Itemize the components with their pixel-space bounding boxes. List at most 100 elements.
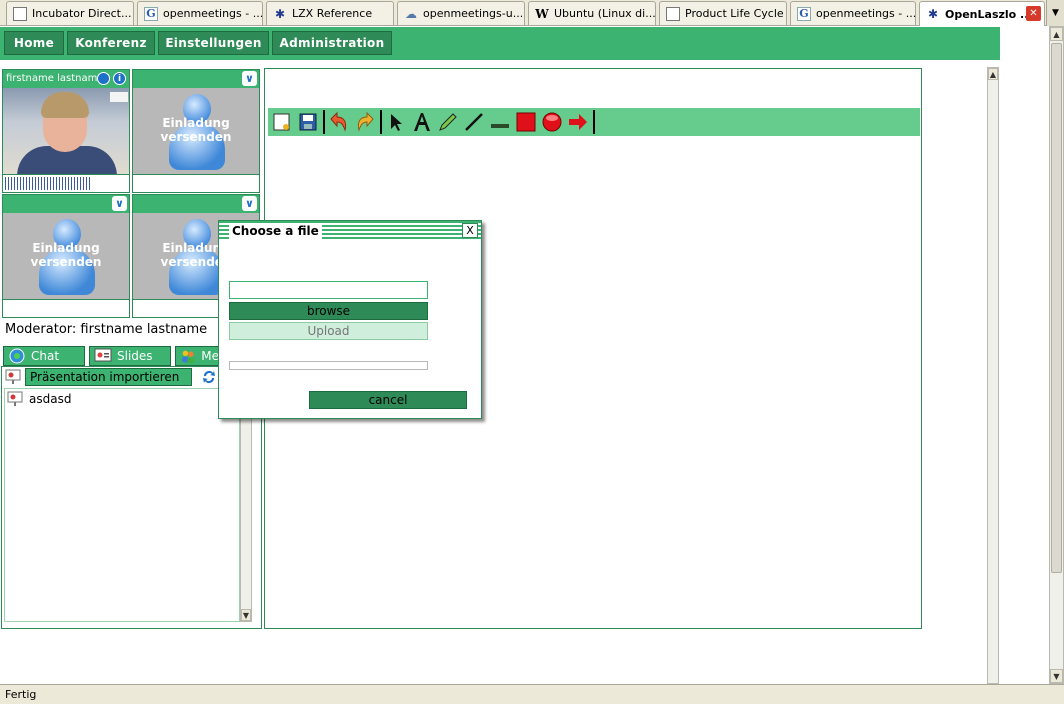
list-item[interactable]: asdasd — [7, 391, 71, 407]
laszlo-icon: ✱ — [927, 7, 939, 21]
invite-label: Einladung versenden — [133, 116, 259, 144]
browse-button[interactable]: browse — [229, 302, 428, 320]
info-icon[interactable]: i — [113, 72, 126, 85]
pencil-icon[interactable] — [436, 110, 460, 134]
underline-icon[interactable] — [488, 110, 512, 134]
app-window: Incubator Direct... G openmeetings - ...… — [0, 0, 1064, 704]
whiteboard-toolbar — [268, 108, 920, 136]
invite-slot[interactable]: Einladung versenden — [133, 88, 259, 174]
google-icon: G — [797, 6, 811, 21]
wikipedia-icon: W — [535, 6, 549, 21]
browser-tab-7[interactable]: G openmeetings - ... — [790, 1, 916, 25]
page-scrollbar[interactable]: ▲ — [987, 67, 999, 684]
scroll-thumb[interactable] — [1051, 43, 1062, 573]
browser-tab-1[interactable]: Incubator Direct... — [6, 1, 134, 25]
text-icon[interactable] — [410, 110, 434, 134]
nav-einstellungen[interactable]: Einstellungen — [158, 31, 269, 55]
browser-status-bar: Fertig — [0, 684, 1064, 704]
invite-text-line2: versenden — [30, 255, 102, 269]
laszlo-icon: ✱ — [274, 6, 286, 21]
redo-icon[interactable] — [353, 110, 377, 134]
dialog-title: Choose a file — [229, 223, 322, 239]
tab-label: openmeetings - ... — [816, 7, 916, 20]
file-list: asdasd — [4, 388, 240, 622]
file-path-field[interactable] — [229, 281, 428, 299]
scroll-up-arrow[interactable]: ▲ — [988, 68, 998, 80]
arrow-icon[interactable] — [566, 110, 590, 134]
file-list-scrollbar[interactable]: ▼ — [240, 388, 252, 622]
presentation-icon — [5, 369, 21, 384]
status-icon[interactable] — [97, 72, 110, 85]
document-icon — [13, 6, 27, 21]
video-pod-footer — [133, 174, 259, 192]
discussion-icon: ☁ — [405, 6, 417, 21]
browser-tab-active[interactable]: ✱ OpenLaszlo ... ✕ — [919, 1, 1045, 26]
import-presentation-button[interactable]: Präsentation importieren — [25, 368, 192, 386]
scroll-up-arrow[interactable]: ▲ — [1050, 27, 1063, 41]
moderator-label: Moderator: firstname lastname — [5, 322, 208, 337]
tab-members-label: Me — [201, 349, 219, 363]
browser-tab-2[interactable]: G openmeetings - ... — [137, 1, 263, 25]
nav-administration[interactable]: Administration — [272, 31, 392, 55]
tab-label: openmeetings - ... — [163, 7, 263, 20]
chevron-down-icon[interactable]: ∨ — [242, 71, 257, 86]
participant-name: firstname lastname — [6, 73, 104, 84]
webcam-image — [3, 88, 129, 174]
chevron-down-icon[interactable]: ∨ — [242, 196, 257, 211]
ellipse-icon[interactable] — [540, 110, 564, 134]
line-icon[interactable] — [462, 110, 486, 134]
invite-text-line1: Einladung — [32, 241, 100, 255]
close-icon[interactable]: X — [462, 223, 478, 238]
nav-home[interactable]: Home — [4, 31, 64, 55]
tab-chat[interactable]: Chat — [3, 346, 85, 366]
browser-tab-bar: Incubator Direct... G openmeetings - ...… — [0, 0, 1064, 26]
refresh-icon[interactable] — [201, 369, 217, 385]
tab-list-dropdown[interactable]: ▼ — [1046, 0, 1064, 26]
tab-slides[interactable]: Slides — [89, 346, 171, 366]
audio-level — [3, 174, 129, 192]
presentation-file-icon — [7, 391, 23, 406]
scroll-down-arrow[interactable]: ▼ — [241, 609, 251, 621]
save-icon[interactable] — [296, 110, 320, 134]
invite-slot[interactable]: Einladung versenden — [3, 213, 129, 299]
new-document-icon[interactable] — [270, 110, 294, 134]
tab-label: openmeetings-u... — [423, 7, 524, 20]
browser-tab-5[interactable]: W Ubuntu (Linux di... — [528, 1, 656, 25]
close-tab-icon[interactable]: ✕ — [1026, 6, 1041, 21]
users-icon — [181, 350, 195, 364]
document-icon — [666, 6, 680, 21]
status-text: Fertig — [5, 688, 37, 701]
upload-progress-bar — [229, 361, 428, 370]
chevron-down-icon[interactable]: ∨ — [112, 196, 127, 211]
browser-tab-4[interactable]: ☁ openmeetings-u... — [397, 1, 525, 25]
file-name: asdasd — [29, 392, 72, 406]
slides-icon — [94, 348, 112, 362]
video-pod-header: ∨ — [3, 195, 129, 213]
browser-tab-6[interactable]: Product Life Cycle — [659, 1, 787, 25]
browser-scrollbar[interactable]: ▲ ▼ — [1049, 26, 1064, 684]
video-pod-footer — [3, 299, 129, 317]
google-icon: G — [144, 6, 158, 21]
tab-label: Product Life Cycle — [685, 7, 784, 20]
nav-konferenz[interactable]: Konferenz — [67, 31, 155, 55]
invite-text-line1: Einladung — [162, 116, 230, 130]
pointer-icon[interactable] — [384, 110, 408, 134]
invite-text-line2: versenden — [160, 130, 232, 144]
video-pod-header: ∨ — [133, 195, 259, 213]
audio-level-meter — [5, 177, 91, 190]
tab-label: LZX Reference — [292, 7, 373, 20]
dialog-titlebar[interactable]: Choose a file X — [219, 221, 481, 241]
upload-button[interactable]: Upload — [229, 322, 428, 340]
undo-icon[interactable] — [327, 110, 351, 134]
webcam-stream — [3, 88, 129, 174]
choose-file-dialog: Choose a file X browse Upload cancel — [218, 220, 482, 419]
app-nav-bar: Home Konferenz Einstellungen Administrat… — [0, 27, 1000, 60]
tab-members[interactable]: Me — [175, 346, 220, 366]
invite-label: Einladung versenden — [3, 241, 129, 269]
rectangle-icon[interactable] — [514, 110, 538, 134]
tab-label: OpenLaszlo ... — [945, 7, 1033, 21]
scroll-down-arrow[interactable]: ▼ — [1050, 669, 1063, 683]
browser-tab-3[interactable]: ✱ LZX Reference — [266, 1, 394, 25]
cancel-button[interactable]: cancel — [309, 391, 467, 409]
tab-chat-label: Chat — [31, 349, 60, 363]
